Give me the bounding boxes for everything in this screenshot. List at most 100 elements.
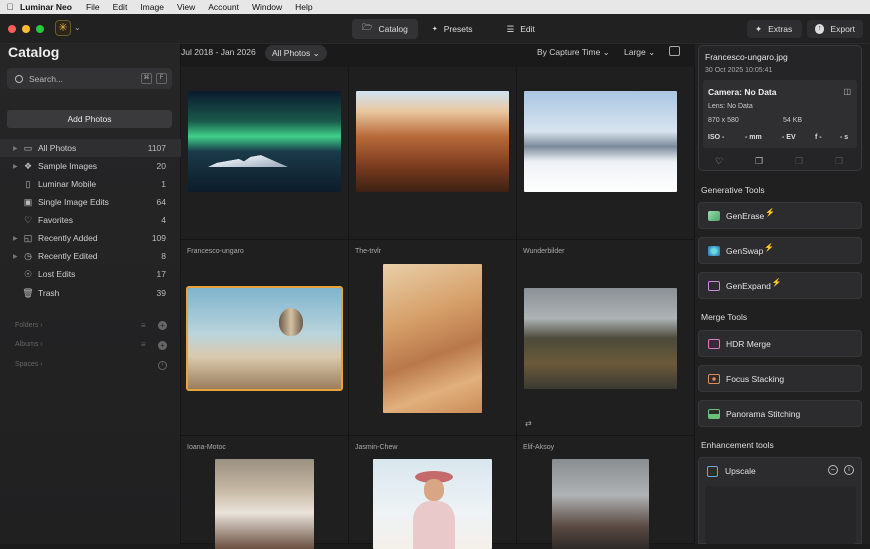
collapse-icon[interactable]: − bbox=[828, 465, 838, 475]
tab-edit[interactable]: ☰ Edit bbox=[497, 19, 545, 39]
chevron-right-icon[interactable]: ▶ bbox=[13, 253, 18, 260]
enhancement-tools-header: Enhancement tools bbox=[701, 440, 774, 450]
menu-help[interactable]: Help bbox=[295, 2, 312, 12]
focus-stacking-button[interactable]: Focus Stacking bbox=[698, 365, 862, 392]
bolt-icon: ⚡ bbox=[771, 278, 782, 287]
generative-tools-header: Generative Tools bbox=[701, 185, 765, 195]
sort-icon[interactable]: ≡ bbox=[141, 340, 146, 349]
photo-thumbnail-couple[interactable] bbox=[552, 459, 649, 549]
photo-cell[interactable]: The-trvlr bbox=[349, 240, 517, 436]
luminar-logo-icon[interactable]: ✳ bbox=[55, 20, 71, 36]
genswap-button[interactable]: GenSwap ⚡ bbox=[698, 237, 862, 264]
panorama-stitching-button[interactable]: Panorama Stitching bbox=[698, 400, 862, 427]
sidebar-item-count: 1107 bbox=[147, 143, 166, 153]
sidebar-item-label: Luminar Mobile bbox=[38, 179, 97, 189]
size-dropdown[interactable]: Large ⌄ bbox=[624, 47, 655, 58]
chevron-right-icon[interactable]: ▶ bbox=[13, 145, 18, 152]
compare-icon[interactable]: ◫ bbox=[843, 87, 851, 96]
filter-dropdown[interactable]: All Photos ⌄ bbox=[265, 45, 327, 61]
sidebar-item-count: 64 bbox=[156, 197, 166, 207]
menu-window[interactable]: Window bbox=[252, 2, 282, 12]
zoom-window-button[interactable] bbox=[36, 25, 44, 33]
menu-bar:  Luminar Neo File Edit Image View Accou… bbox=[0, 0, 870, 14]
photo-cell[interactable]: Jasmin-Chew bbox=[349, 436, 517, 549]
add-album-icon[interactable]: + bbox=[158, 341, 167, 350]
add-photos-button[interactable]: Add Photos bbox=[7, 110, 172, 128]
menu-file[interactable]: File bbox=[86, 2, 100, 12]
sidebar-item-recently-edited[interactable]: ▶ ◷ Recently Edited 8 bbox=[0, 247, 181, 265]
sidebar-item-count: 17 bbox=[156, 269, 166, 279]
photo-thumbnail-balloon[interactable] bbox=[186, 286, 343, 391]
favorite-heart-icon[interactable]: ♡ bbox=[715, 156, 723, 167]
section-folders[interactable]: Folders › bbox=[15, 322, 43, 329]
photo-cell[interactable] bbox=[517, 67, 695, 240]
minimize-window-button[interactable] bbox=[22, 25, 30, 33]
recently-added-icon: ◱ bbox=[23, 232, 33, 243]
balloon-shape bbox=[279, 308, 303, 336]
chevron-right-icon[interactable]: ▶ bbox=[13, 163, 18, 170]
duplicate-icon[interactable]: ❐ bbox=[755, 156, 763, 167]
photo-cell[interactable]: Francesco-ungaro bbox=[181, 240, 349, 436]
close-window-button[interactable] bbox=[8, 25, 16, 33]
apple-icon[interactable]:  bbox=[0, 2, 20, 12]
photo-cell[interactable]: Ioana-Motoc bbox=[181, 436, 349, 549]
album-add-icon[interactable]: ❐ bbox=[835, 156, 843, 167]
photo-thumbnail-cozy[interactable] bbox=[215, 459, 314, 549]
add-folder-icon[interactable]: + bbox=[158, 321, 167, 330]
tab-presets[interactable]: ✦ Presets bbox=[422, 19, 483, 39]
sidebar-item-all-photos[interactable]: ▶ ▭ All Photos 1107 bbox=[0, 139, 181, 157]
chevron-right-icon[interactable]: ▶ bbox=[13, 235, 18, 242]
photo-thumbnail-aurora[interactable] bbox=[188, 91, 341, 192]
sidebar-item-luminar-mobile[interactable]: ▯ Luminar Mobile 1 bbox=[0, 175, 181, 193]
tool-label: GenErase bbox=[726, 210, 765, 221]
chevron-down-icon[interactable]: ⌄ bbox=[74, 23, 81, 32]
filter-label: All Photos bbox=[272, 48, 311, 58]
photo-thumbnail-desert[interactable] bbox=[383, 264, 482, 413]
sort-dropdown[interactable]: By Capture Time ⌄ bbox=[537, 47, 610, 58]
photo-cell[interactable] bbox=[181, 67, 349, 240]
genexpand-button[interactable]: GenExpand ⚡ bbox=[698, 272, 862, 299]
extras-label: Extras bbox=[768, 24, 793, 34]
info-icon[interactable]: i bbox=[844, 465, 854, 475]
search-icon bbox=[15, 74, 23, 83]
info-icon[interactable]: i bbox=[158, 361, 167, 370]
adjustments-icon[interactable]: ⇄ bbox=[525, 419, 532, 428]
sort-label: By Capture Time bbox=[537, 47, 601, 57]
hdr-merge-button[interactable]: HDR Merge bbox=[698, 330, 862, 357]
folder-icon: 🗁 bbox=[362, 22, 373, 32]
photo-cell[interactable]: Elif-Aksoy bbox=[517, 436, 695, 549]
photo-thumbnail-cliffs[interactable] bbox=[524, 288, 677, 389]
sidebar-item-sample-images[interactable]: ▶ ❖ Sample Images 20 bbox=[0, 157, 181, 175]
photo-cell[interactable]: Wunderbilder ⇄ bbox=[517, 240, 695, 436]
lost-edits-icon: ☉ bbox=[23, 268, 33, 279]
sidebar-item-label: Recently Added bbox=[38, 233, 98, 243]
sidebar-item-label: Favorites bbox=[38, 215, 73, 225]
photo-name: Ioana-Motoc bbox=[187, 444, 226, 451]
section-spaces[interactable]: Spaces › bbox=[15, 361, 43, 368]
menu-edit[interactable]: Edit bbox=[113, 2, 128, 12]
file-size: 54 KB bbox=[783, 117, 803, 124]
tab-catalog[interactable]: 🗁 Catalog bbox=[352, 19, 418, 39]
search-input[interactable]: Search... ⌘ F bbox=[7, 68, 172, 89]
photo-name: The-trvlr bbox=[355, 248, 382, 255]
sidebar-item-single-image-edits[interactable]: ▣ Single Image Edits 64 bbox=[0, 193, 181, 211]
sort-icon[interactable]: ≡ bbox=[141, 321, 146, 330]
photo-thumbnail-portrait-hat[interactable] bbox=[373, 459, 492, 549]
sidebar-item-trash[interactable]: 🗑 Trash 39 bbox=[0, 284, 181, 302]
photo-thumbnail-snow-mountains[interactable] bbox=[524, 91, 677, 192]
menu-image[interactable]: Image bbox=[140, 2, 164, 12]
app-menu[interactable]: Luminar Neo bbox=[20, 2, 72, 12]
panel-toggle-icon[interactable] bbox=[669, 46, 680, 56]
sidebar-item-lost-edits[interactable]: ☉ Lost Edits 17 bbox=[0, 265, 181, 283]
menu-account[interactable]: Account bbox=[208, 2, 239, 12]
menu-view[interactable]: View bbox=[177, 2, 195, 12]
export-button[interactable]: ↑ Export bbox=[807, 20, 863, 38]
extras-button[interactable]: ✦ Extras bbox=[747, 20, 802, 38]
photo-cell[interactable] bbox=[349, 67, 517, 240]
section-albums[interactable]: Albums › bbox=[15, 341, 43, 348]
photo-thumbnail-canyon[interactable] bbox=[356, 91, 509, 192]
generase-button[interactable]: GenErase ⚡ bbox=[698, 202, 862, 229]
sidebar-item-recently-added[interactable]: ▶ ◱ Recently Added 109 bbox=[0, 229, 181, 247]
stack-icon[interactable]: ❐ bbox=[795, 156, 803, 167]
sidebar-item-favorites[interactable]: ♡ Favorites 4 bbox=[0, 211, 181, 229]
